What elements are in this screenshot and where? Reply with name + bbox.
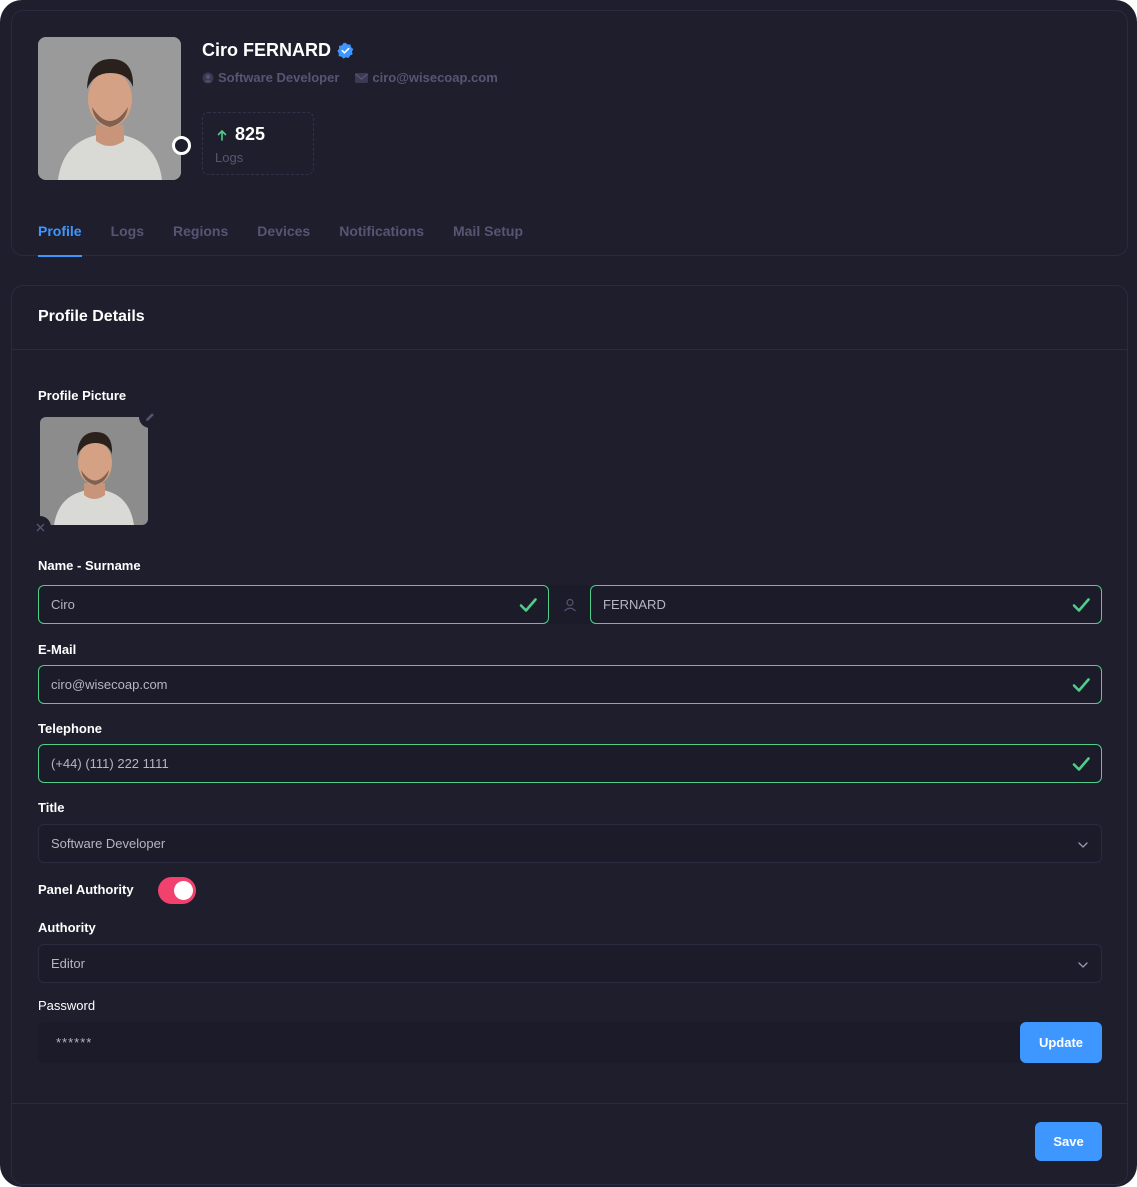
online-status-indicator: [172, 136, 191, 155]
avatar-image: [38, 37, 181, 180]
chevron-down-icon: [1078, 842, 1088, 848]
first-name-input[interactable]: Ciro: [38, 585, 549, 624]
telephone-value: (+44) (111) 222 1111: [51, 756, 169, 771]
authority-select-value: Editor: [51, 956, 85, 971]
user-role-text: Software Developer: [218, 70, 340, 85]
last-name-input[interactable]: FERNARD: [590, 585, 1102, 624]
profile-picture: [29, 406, 161, 538]
details-header: Profile Details: [12, 286, 1127, 350]
user-email[interactable]: ciro@wisecoap.com: [355, 70, 498, 85]
edit-picture-button[interactable]: [139, 406, 161, 428]
arrow-up-icon: [217, 129, 227, 141]
app-frame: Ciro FERNARD Software Developer ciro@wis…: [0, 0, 1137, 1187]
tab-devices[interactable]: Devices: [257, 223, 310, 257]
password-value: ******: [56, 1035, 93, 1050]
last-name-value: FERNARD: [603, 597, 666, 612]
verified-badge-icon: [337, 42, 354, 59]
tab-notifications[interactable]: Notifications: [339, 223, 424, 257]
tab-mail-setup[interactable]: Mail Setup: [453, 223, 523, 257]
email-value: ciro@wisecoap.com: [51, 677, 168, 692]
check-icon: [1072, 757, 1090, 771]
logs-stat-number: 825: [235, 124, 266, 144]
user-icon: [563, 598, 576, 611]
footer-divider: [12, 1103, 1127, 1104]
profile-picture-image: [40, 417, 148, 525]
profile-details-card: Profile Details Profile Picture Name - S…: [11, 285, 1128, 1185]
details-title: Profile Details: [38, 308, 145, 325]
email-label: E-Mail: [38, 642, 77, 657]
user-meta: Software Developer ciro@wisecoap.com: [202, 70, 498, 85]
telephone-input[interactable]: (+44) (111) 222 1111: [38, 744, 1102, 783]
first-name-value: Ciro: [51, 597, 75, 612]
email-input[interactable]: ciro@wisecoap.com: [38, 665, 1102, 704]
user-email-text: ciro@wisecoap.com: [372, 70, 498, 85]
password-field[interactable]: ******: [38, 1022, 1102, 1063]
authority-select[interactable]: Editor: [38, 944, 1102, 983]
check-icon: [1072, 598, 1090, 612]
close-icon: [36, 523, 44, 531]
title-select[interactable]: Software Developer: [38, 824, 1102, 863]
name-surname-label: Name - Surname: [38, 558, 141, 573]
update-password-button[interactable]: Update: [1020, 1022, 1102, 1063]
toggle-knob: [174, 881, 193, 900]
user-name: Ciro FERNARD: [202, 40, 354, 61]
password-label: Password: [38, 998, 96, 1013]
tab-profile[interactable]: Profile: [38, 223, 82, 257]
tab-logs[interactable]: Logs: [111, 223, 144, 257]
envelope-icon: [355, 72, 369, 83]
user-circle-icon: [202, 72, 214, 83]
save-button[interactable]: Save: [1035, 1122, 1102, 1161]
panel-authority-toggle[interactable]: [158, 877, 196, 904]
profile-tabs: Profile Logs Regions Devices Notificatio…: [38, 223, 523, 257]
title-select-value: Software Developer: [51, 836, 166, 851]
avatar: [38, 37, 181, 180]
remove-picture-button[interactable]: [29, 516, 51, 538]
logs-stat-value: 825: [217, 124, 265, 145]
logs-stat-label: Logs: [215, 150, 244, 165]
user-role: Software Developer: [202, 70, 339, 85]
panel-authority-label: Panel Authority: [38, 882, 134, 897]
title-label: Title: [38, 800, 65, 815]
check-icon: [519, 598, 537, 612]
profile-header-card: Ciro FERNARD Software Developer ciro@wis…: [11, 10, 1128, 257]
profile-picture-label: Profile Picture: [38, 388, 127, 403]
tab-regions[interactable]: Regions: [173, 223, 228, 257]
person-addon: [549, 585, 590, 624]
pencil-icon: [146, 413, 154, 421]
logs-stat-box: 825 Logs: [202, 112, 314, 175]
authority-label: Authority: [38, 920, 96, 935]
check-icon: [1072, 678, 1090, 692]
user-name-text: Ciro FERNARD: [202, 40, 331, 60]
chevron-down-icon: [1078, 962, 1088, 968]
telephone-label: Telephone: [38, 721, 103, 736]
